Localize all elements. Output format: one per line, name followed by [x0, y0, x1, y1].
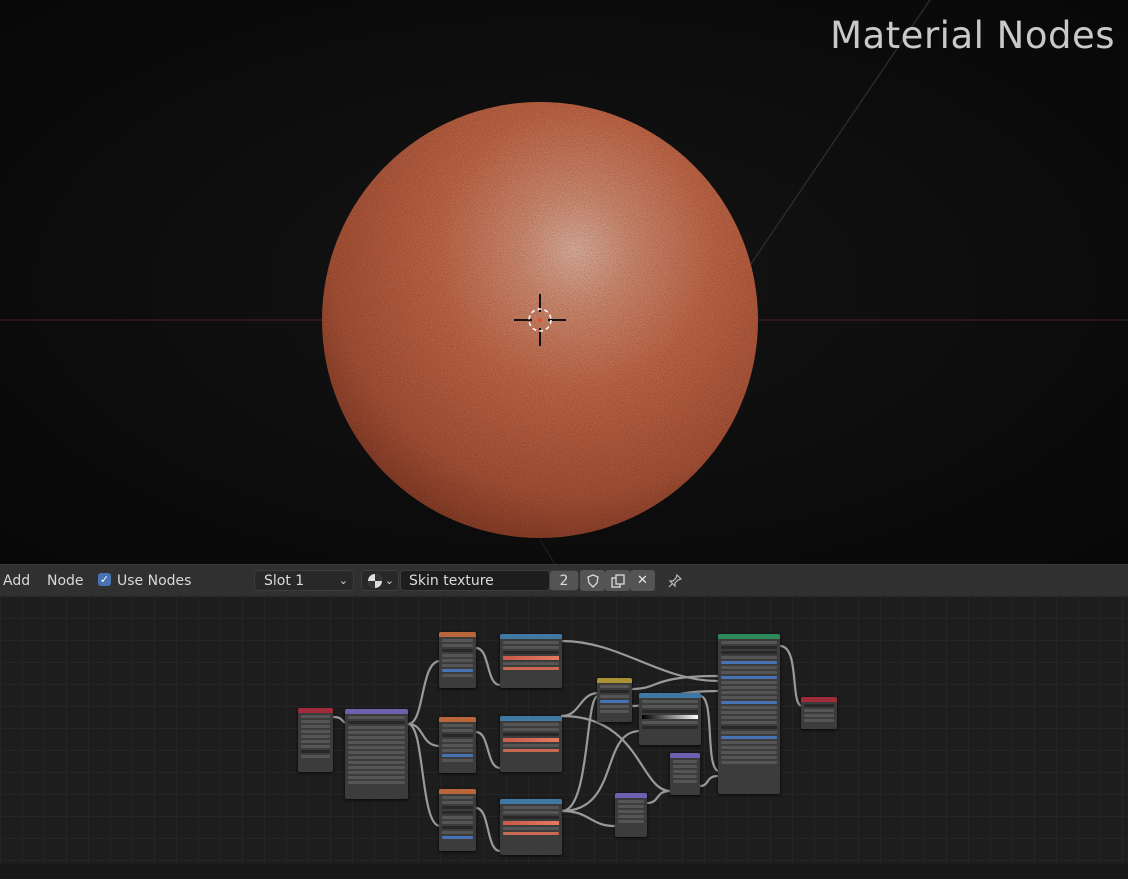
node-editor-header: Add Node ✓ Use Nodes Slot 1 ⌄ ⌄ Skin tex… — [0, 564, 1128, 596]
material-sphere-icon — [368, 574, 382, 588]
node-noise-texture-1[interactable] — [439, 632, 476, 688]
slot-label: Slot 1 — [264, 573, 305, 589]
node-colorramp-3[interactable] — [500, 799, 562, 855]
material-name-field[interactable]: Skin texture — [400, 570, 550, 591]
chevron-down-icon: ⌄ — [384, 574, 394, 587]
slot-dropdown[interactable]: Slot 1 ⌄ — [254, 570, 354, 591]
node-material-output[interactable] — [801, 697, 837, 729]
fake-user-shield-icon[interactable] — [580, 570, 605, 591]
user-count[interactable]: 2 — [549, 570, 579, 591]
node-colorramp-4[interactable] — [639, 693, 701, 745]
material-browse-button[interactable]: ⌄ — [361, 570, 399, 591]
use-nodes-checkbox[interactable]: ✓ — [98, 573, 111, 586]
node-bump-2[interactable] — [615, 793, 647, 837]
node-voronoi-texture[interactable] — [439, 789, 476, 851]
menu-add[interactable]: Add — [3, 573, 30, 589]
material-name: Skin texture — [409, 573, 494, 589]
node-colorramp-1[interactable] — [500, 634, 562, 688]
chevron-down-icon: ⌄ — [338, 574, 348, 587]
use-nodes-label: Use Nodes — [117, 573, 192, 589]
node-bump-1[interactable] — [670, 753, 700, 795]
node-mapping[interactable] — [345, 709, 408, 799]
node-principled-bsdf[interactable] — [718, 634, 780, 794]
node-noise-texture-2[interactable] — [439, 717, 476, 773]
unlink-close-icon[interactable]: ✕ — [630, 570, 655, 591]
node-colorramp-2[interactable] — [500, 716, 562, 772]
duplicate-icon[interactable] — [605, 570, 630, 591]
menu-node[interactable]: Node — [47, 573, 84, 589]
viewport-title: Material Nodes — [830, 14, 1115, 57]
node-mix[interactable] — [597, 678, 632, 722]
node-links — [331, 639, 804, 853]
node-editor-canvas[interactable] — [0, 596, 1128, 879]
viewport-scene — [0, 0, 1128, 564]
status-bar — [0, 864, 1128, 879]
pin-icon[interactable] — [662, 570, 687, 591]
node-texture-coordinate[interactable] — [298, 708, 333, 772]
3d-viewport[interactable]: Material Nodes — [0, 0, 1128, 564]
